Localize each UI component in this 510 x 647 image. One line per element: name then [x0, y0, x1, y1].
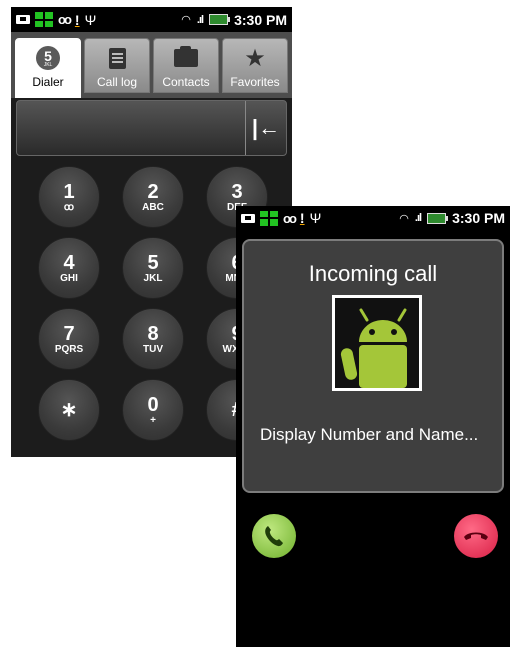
call-log-icon: [108, 47, 126, 69]
status-time: 3:30 PM: [234, 11, 287, 28]
status-time: 3:30 PM: [452, 210, 505, 226]
tab-contacts[interactable]: Contacts: [153, 38, 219, 93]
contacts-icon: [174, 46, 198, 67]
key-5[interactable]: 5 JKL: [122, 237, 184, 299]
grid-icon: [35, 12, 53, 27]
warning-icon: !: [74, 11, 80, 28]
phone-decline-icon: [464, 532, 488, 540]
key-0[interactable]: 0 +: [122, 379, 184, 441]
grid-icon: [260, 210, 278, 226]
android-icon: [335, 298, 419, 388]
usb-icon: Ψ: [84, 11, 97, 28]
signal-icon: .ıl: [196, 13, 204, 26]
voicemail-icon: oo: [58, 12, 72, 27]
warning-icon: !: [299, 210, 305, 226]
tab-label: Dialer: [32, 75, 64, 89]
status-bar: oo ! Ψ ◠ .ıl 3:30 PM: [11, 7, 292, 32]
caller-card: Incoming call Display Number and Name...: [242, 239, 504, 493]
voicemail-icon: ꝏ: [63, 201, 75, 213]
tab-call-log[interactable]: Call log: [84, 38, 150, 93]
tab-label: Favorites: [230, 75, 280, 89]
key-2[interactable]: 2 ABC: [122, 166, 184, 228]
sms-icon: [241, 213, 255, 223]
signal-icon: .ıl: [414, 212, 422, 224]
battery-icon: [427, 212, 449, 224]
tab-label: Call log: [96, 75, 138, 89]
wifi-icon: ◠: [181, 14, 191, 26]
voicemail-icon: oo: [283, 210, 297, 226]
call-title: Incoming call: [308, 261, 438, 286]
digits-field[interactable]: |←: [16, 100, 287, 156]
key-7[interactable]: 7 PQRS: [38, 308, 100, 370]
tab-dialer[interactable]: 5 JKL Dialer: [15, 38, 81, 98]
backspace-icon: |←: [251, 115, 281, 140]
answer-button[interactable]: [252, 514, 296, 558]
key-star[interactable]: ∗: [38, 379, 100, 441]
incoming-call-screen: oo ! Ψ ◠ .ıl 3:30 PM Incoming call Displ…: [236, 206, 510, 647]
key-8[interactable]: 8 TUV: [122, 308, 184, 370]
caller-name: Display Number and Name...: [260, 425, 479, 444]
sms-icon: [16, 15, 30, 24]
key-1[interactable]: 1ꝏ: [38, 166, 100, 228]
decline-button[interactable]: [454, 514, 498, 558]
wifi-icon: ◠: [399, 212, 409, 225]
caller-photo: [332, 295, 422, 391]
tab-bar: 5 JKL Dialer Call log Contacts ★ Favorite…: [11, 32, 292, 98]
phone-answer-icon: [265, 526, 283, 547]
key-4[interactable]: 4 GHI: [38, 237, 100, 299]
battery-icon: [209, 14, 231, 25]
tab-favorites[interactable]: ★ Favorites: [222, 38, 288, 93]
star-icon: ★: [244, 44, 266, 72]
usb-icon: Ψ: [309, 210, 322, 226]
status-bar: oo ! Ψ ◠ .ıl 3:30 PM: [236, 206, 510, 230]
tab-label: Contacts: [162, 75, 210, 89]
backspace-button[interactable]: |←: [245, 101, 286, 155]
dialer-5-icon: 5 JKL: [36, 46, 60, 70]
